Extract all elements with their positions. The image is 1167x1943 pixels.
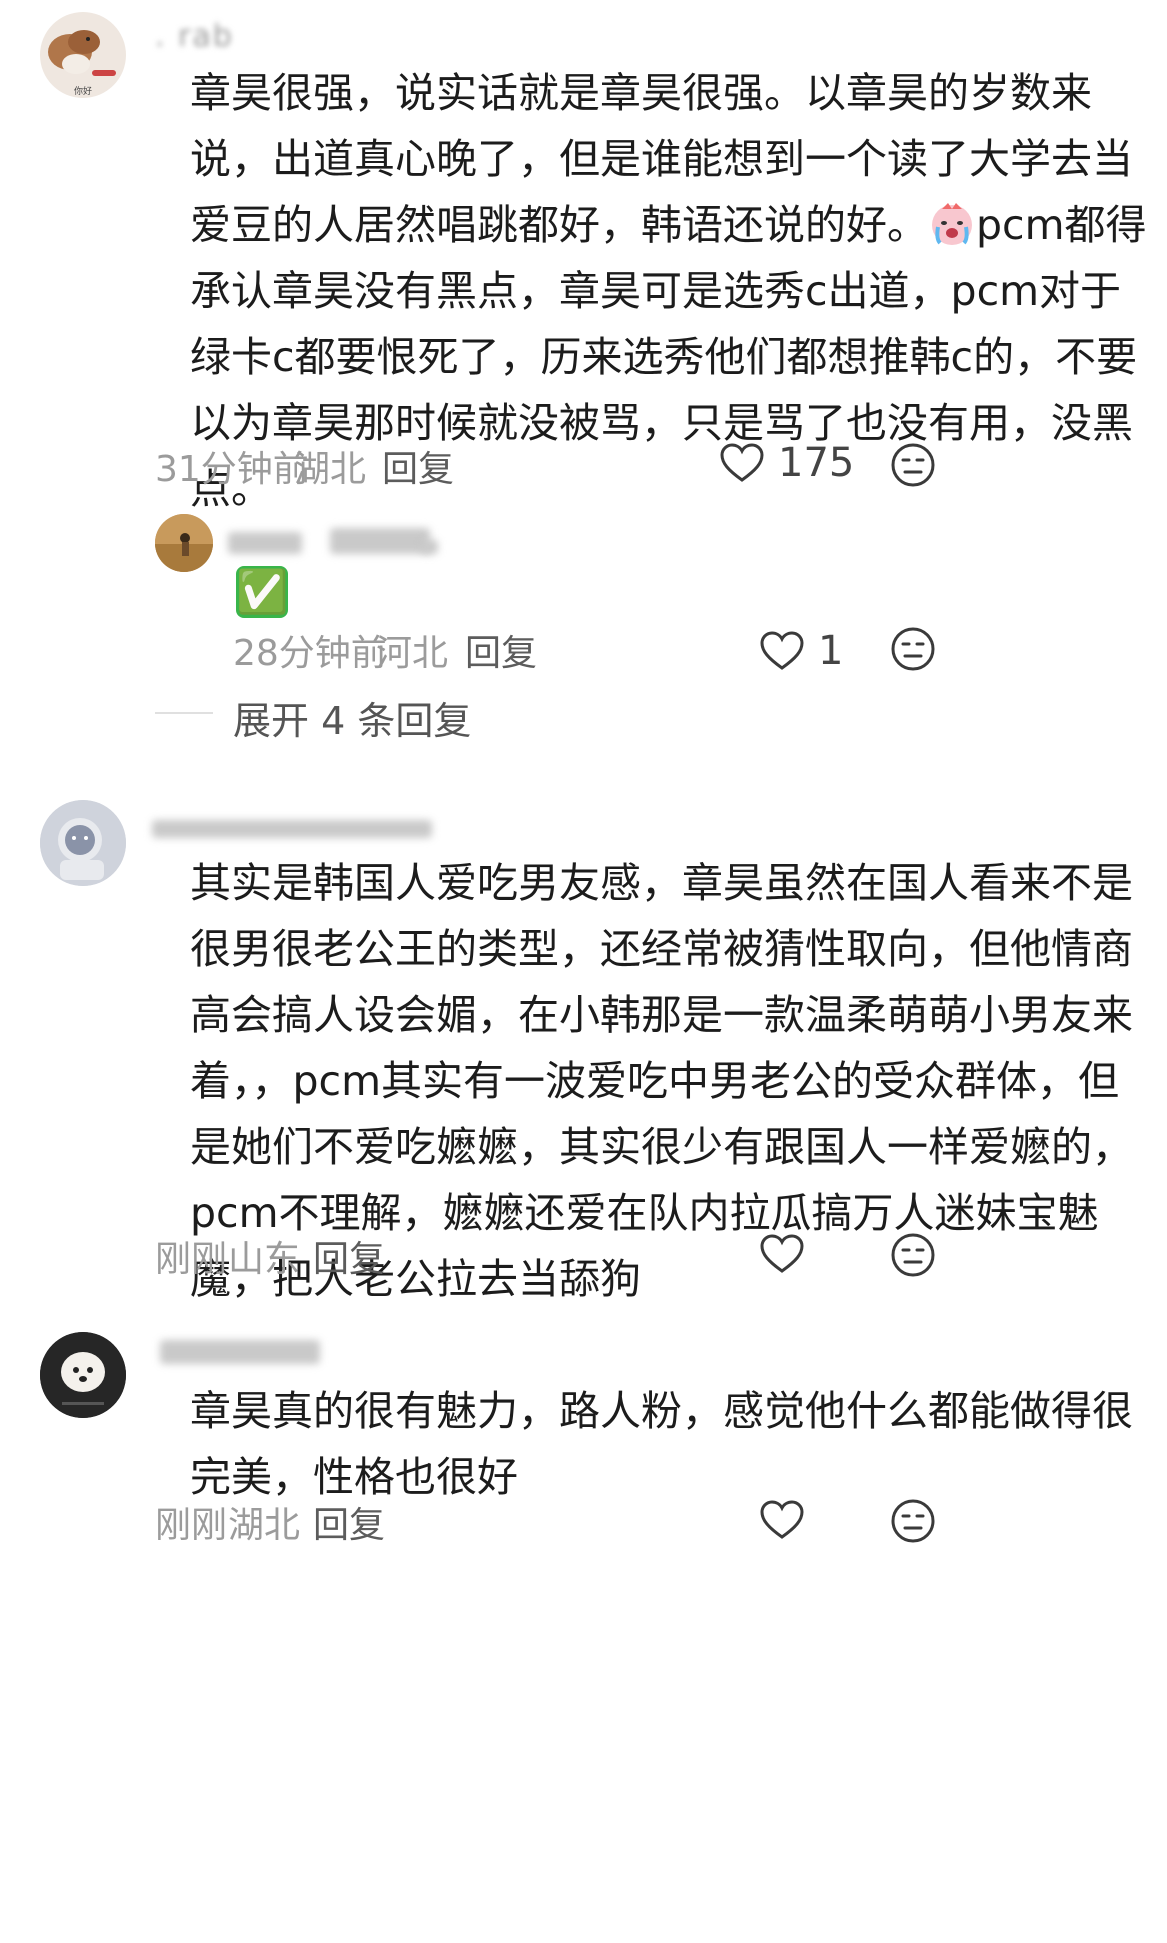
like-button[interactable] xyxy=(760,1500,804,1540)
comment-time: 31分钟前 xyxy=(155,449,309,490)
dislike-face-icon[interactable] xyxy=(890,626,936,672)
reply-button[interactable]: 回复 xyxy=(313,1230,385,1282)
white-dog-avatar-icon[interactable] xyxy=(40,1332,126,1418)
username-redacted xyxy=(422,540,438,554)
like-count: 1 xyxy=(818,628,844,674)
username[interactable]: . rab xyxy=(155,22,275,52)
heart-icon xyxy=(760,1234,804,1273)
avatar-caption: 你好 xyxy=(74,87,93,97)
username-redacted xyxy=(228,532,302,554)
comment-time: 刚刚 xyxy=(155,1239,228,1280)
username-redacted xyxy=(152,820,432,838)
like-button[interactable]: 1 xyxy=(760,628,843,674)
expand-divider xyxy=(155,712,213,714)
heart-icon xyxy=(720,443,764,482)
username-redacted xyxy=(330,528,430,554)
dislike-face-icon[interactable] xyxy=(890,1232,936,1278)
reply-time: 28分钟前 xyxy=(233,633,387,674)
heart-icon xyxy=(760,631,804,670)
comment-location: 湖北 xyxy=(294,449,367,490)
dislike-face-icon[interactable] xyxy=(890,442,936,488)
dislike-face-icon[interactable] xyxy=(890,1498,936,1544)
heart-icon xyxy=(760,1500,804,1539)
check-emoji-icon: ✅ xyxy=(236,566,289,618)
field-person-avatar-icon[interactable] xyxy=(155,514,213,572)
crying-face-emoji-icon xyxy=(932,203,972,245)
reply-location: 河北 xyxy=(376,633,449,674)
comment-location: 山东 xyxy=(228,1239,301,1280)
comment-text: 章昊真的很有魅力，路人粉，感觉他什么都能做得很完美，性格也很好 xyxy=(190,1387,1133,1501)
reply-button[interactable]: 回复 xyxy=(465,624,537,676)
username-redacted xyxy=(160,1340,320,1364)
like-button[interactable] xyxy=(760,1234,804,1274)
like-count: 175 xyxy=(778,440,855,486)
comment-time: 刚刚 xyxy=(155,1505,228,1546)
expand-replies-button[interactable]: 展开 4 条回复 xyxy=(233,690,471,745)
reply-button[interactable]: 回复 xyxy=(382,440,454,492)
reply-button[interactable]: 回复 xyxy=(313,1496,385,1548)
like-button[interactable]: 175 xyxy=(720,440,854,486)
comment-location: 湖北 xyxy=(228,1505,301,1546)
weasel-avatar-icon[interactable]: 你好 xyxy=(40,12,126,98)
astronaut-cat-avatar-icon[interactable] xyxy=(40,800,126,886)
